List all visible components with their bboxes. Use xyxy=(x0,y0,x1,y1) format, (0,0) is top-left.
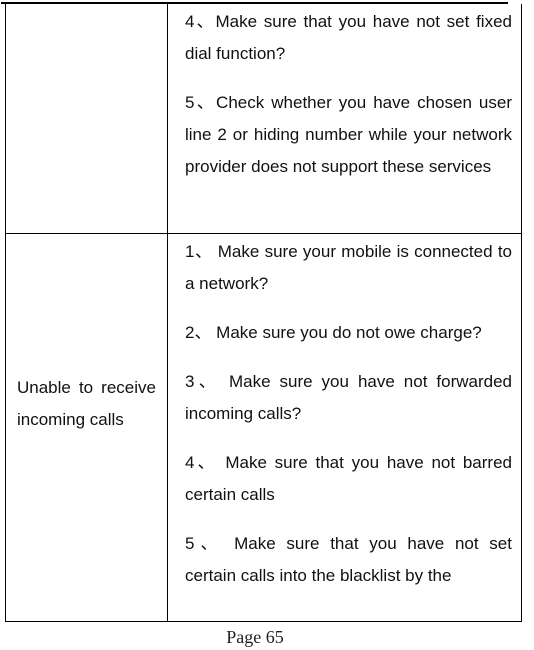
column-divider xyxy=(167,234,168,622)
table-row: 4、Make sure that you have not set fixed … xyxy=(6,4,521,233)
solution-item: 3、 Make sure you have not forwarded inco… xyxy=(185,372,512,423)
page-footer: Page 65 xyxy=(0,627,510,648)
page-number: Page 65 xyxy=(226,627,284,647)
solution-item: 2、 Make sure you do not owe charge? xyxy=(185,323,482,342)
column-divider xyxy=(167,4,168,233)
troubleshooting-table: 4、Make sure that you have not set fixed … xyxy=(5,4,522,622)
solutions-cell: 4、Make sure that you have not set fixed … xyxy=(185,6,512,200)
solutions-cell: 1、 Make sure your mobile is connected to… xyxy=(185,236,512,609)
solution-item: 4、Make sure that you have not set fixed … xyxy=(185,12,512,63)
solution-item: 5、 Make sure that you have not set certa… xyxy=(185,534,512,585)
table-row: Unable to receive incoming calls 1、 Make… xyxy=(6,233,521,622)
solution-item: 1、 Make sure your mobile is connected to… xyxy=(185,242,512,293)
problem-cell: Unable to receive incoming calls xyxy=(17,378,156,429)
solution-item: 4、 Make sure that you have not barred ce… xyxy=(185,453,512,504)
solution-item: 5、Check whether you have chosen user lin… xyxy=(185,93,512,176)
